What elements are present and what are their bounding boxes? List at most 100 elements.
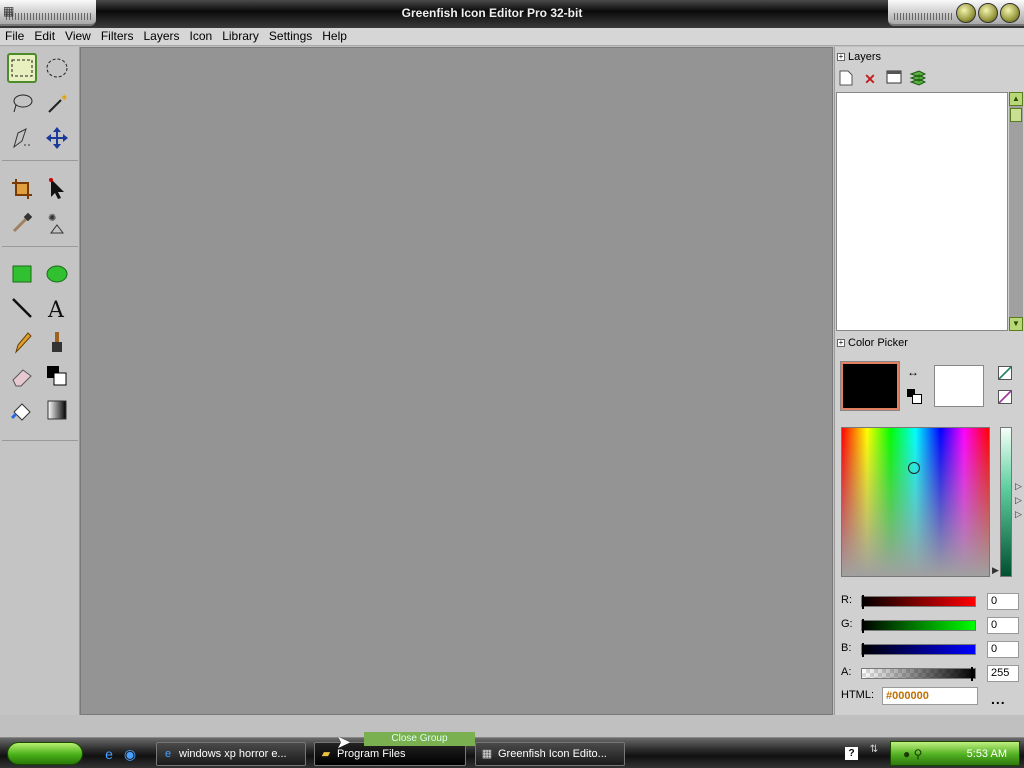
pen-select-tool-icon[interactable]: [7, 123, 37, 153]
spectrum-cursor[interactable]: [908, 462, 920, 474]
green-label: G:: [841, 618, 853, 630]
inverted-color-icon[interactable]: [998, 390, 1012, 404]
taskbar: e ◉ e windows xp horror e... ▰ Program F…: [0, 737, 1024, 768]
tray-network-icon[interactable]: ⇅: [866, 742, 882, 758]
title-bar[interactable]: ▦ Greenfish Icon Editor Pro 32-bit: [0, 0, 1024, 28]
scroll-up-icon[interactable]: ▲: [1009, 92, 1023, 106]
internet-explorer-icon[interactable]: e: [101, 746, 117, 762]
menu-help[interactable]: Help: [317, 28, 352, 44]
alpha-slider[interactable]: [861, 667, 976, 681]
expand-icon[interactable]: +: [837, 53, 845, 61]
green-slider-knob[interactable]: [862, 619, 866, 633]
layers-scrollbar[interactable]: ▲ ▼: [1009, 92, 1023, 331]
close-button[interactable]: [1000, 3, 1020, 23]
line-tool-icon[interactable]: [7, 293, 37, 323]
gradient-tool-icon[interactable]: [42, 395, 72, 425]
lightness-strip[interactable]: [1000, 427, 1012, 577]
recolor-tool-icon[interactable]: [7, 395, 37, 425]
html-color-input[interactable]: #000000: [882, 687, 978, 705]
quick-launch-icon[interactable]: ◉: [122, 746, 138, 762]
lasso-tool-icon[interactable]: [7, 88, 37, 118]
merge-layers-icon[interactable]: [909, 70, 927, 88]
minimize-button[interactable]: [956, 3, 976, 23]
layer-properties-icon[interactable]: [885, 70, 903, 88]
menu-icon[interactable]: Icon: [185, 28, 218, 44]
task-greenfish[interactable]: ▦ Greenfish Icon Edito...: [475, 742, 625, 766]
scroll-down-icon[interactable]: ▼: [1009, 317, 1023, 331]
alpha-slider-row: A: 255: [841, 665, 1023, 682]
ellipse-tool-icon[interactable]: [42, 259, 72, 289]
eyedropper-tool-icon[interactable]: [7, 208, 37, 238]
layers-panel-title: Layers: [848, 51, 882, 63]
transparent-color-icon[interactable]: [998, 366, 1012, 380]
swap-colors-icon[interactable]: ↔: [907, 365, 919, 379]
menu-view[interactable]: View: [60, 28, 96, 44]
alpha-slider-knob[interactable]: [971, 667, 975, 681]
menu-edit[interactable]: Edit: [29, 28, 60, 44]
help-icon[interactable]: ?: [845, 747, 858, 760]
alpha-input[interactable]: 255: [987, 665, 1019, 682]
pointer-tool-icon[interactable]: [42, 174, 72, 204]
toolbox: ✶ ✺ A: [0, 47, 80, 715]
blue-slider-knob[interactable]: [862, 643, 866, 657]
rectangle-tool-icon[interactable]: [7, 259, 37, 289]
text-tool-icon[interactable]: A: [42, 293, 72, 323]
fill-tool-icon[interactable]: [42, 361, 72, 391]
menu-settings[interactable]: Settings: [264, 28, 317, 44]
reset-colors-icon[interactable]: [907, 389, 922, 404]
svg-text:✶: ✶: [60, 93, 68, 104]
system-tray: ● ⚲ 5:53 AM: [890, 741, 1020, 766]
app-icon[interactable]: ▦: [3, 4, 17, 18]
new-layer-icon[interactable]: [837, 70, 855, 88]
blue-slider-row: B: 0: [841, 641, 1023, 658]
eraser-tool-icon[interactable]: [7, 361, 37, 391]
color-picker-panel-header[interactable]: + Color Picker: [837, 337, 908, 349]
green-input[interactable]: 0: [987, 617, 1019, 634]
scroll-thumb[interactable]: [1010, 108, 1022, 122]
task-windows-xp-horror[interactable]: e windows xp horror e...: [156, 742, 306, 766]
strip-marker-icon: ▷: [1015, 495, 1022, 505]
menu-library[interactable]: Library: [217, 28, 264, 44]
layers-panel-header[interactable]: + Layers: [837, 51, 881, 63]
task-label: windows xp horror e...: [179, 748, 287, 760]
tray-icons[interactable]: ● ⚲: [903, 747, 922, 761]
close-group-tooltip: Close Group: [364, 732, 475, 746]
folder-icon: ▰: [321, 748, 331, 760]
crop-tool-icon[interactable]: [7, 174, 37, 204]
green-slider[interactable]: [861, 619, 976, 633]
internet-explorer-icon: e: [164, 748, 172, 760]
mouse-cursor-icon: ➤: [336, 732, 352, 752]
primary-color-swatch[interactable]: [840, 361, 900, 411]
red-input[interactable]: 0: [987, 593, 1019, 610]
svg-text:A: A: [47, 298, 65, 320]
delete-layer-icon[interactable]: ✕: [861, 70, 879, 88]
move-tool-icon[interactable]: [42, 123, 72, 153]
layers-list[interactable]: [836, 92, 1008, 331]
alpha-label: A:: [841, 666, 852, 678]
canvas-area[interactable]: [80, 47, 833, 715]
clock[interactable]: 5:53 AM: [967, 748, 1007, 760]
more-colors-button[interactable]: ...: [991, 691, 1006, 707]
menu-filters[interactable]: Filters: [96, 28, 139, 44]
brush-tool-icon[interactable]: [42, 327, 72, 357]
menu-file[interactable]: File: [0, 28, 29, 44]
secondary-color-swatch[interactable]: [934, 365, 984, 407]
strip-marker-icon: ▷: [1015, 481, 1022, 491]
color-replace-tool-icon[interactable]: ✺: [42, 208, 72, 238]
expand-icon[interactable]: +: [837, 339, 845, 347]
ellipse-select-tool-icon[interactable]: [42, 53, 72, 83]
start-button[interactable]: [7, 742, 83, 765]
blue-input[interactable]: 0: [987, 641, 1019, 658]
maximize-button[interactable]: [978, 3, 998, 23]
red-label: R:: [841, 594, 852, 606]
red-slider-knob[interactable]: [862, 595, 866, 609]
color-spectrum[interactable]: [841, 427, 990, 577]
magic-wand-tool-icon[interactable]: ✶: [42, 88, 72, 118]
blue-slider[interactable]: [861, 643, 976, 657]
pencil-tool-icon[interactable]: [7, 327, 37, 357]
menu-layers[interactable]: Layers: [139, 28, 185, 44]
spectrum-marker-icon: ▶: [992, 565, 999, 575]
rect-select-tool-icon[interactable]: [7, 53, 37, 83]
red-slider[interactable]: [861, 595, 976, 609]
green-slider-row: G: 0: [841, 617, 1023, 634]
